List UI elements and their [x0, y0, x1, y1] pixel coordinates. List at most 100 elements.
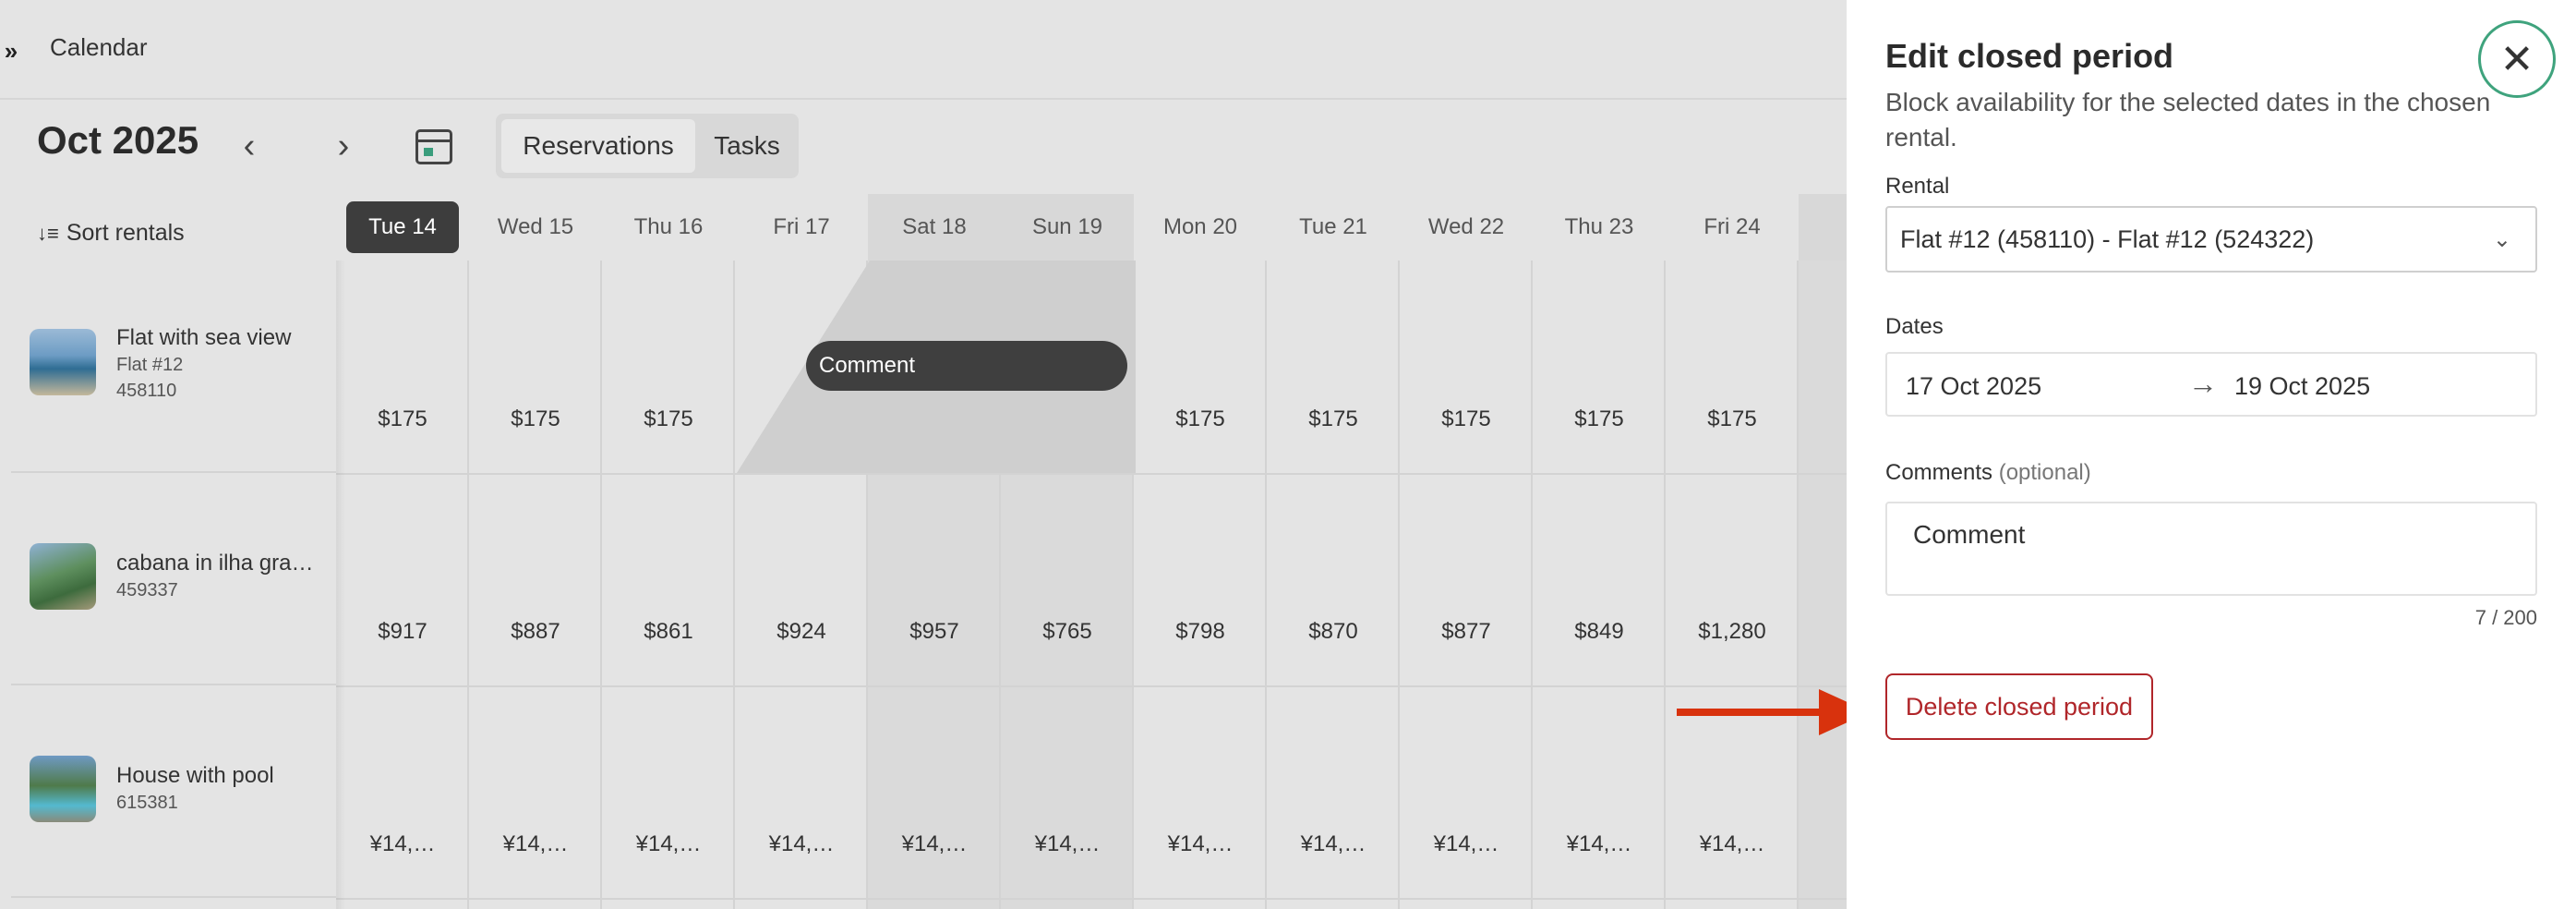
- price-cell[interactable]: ¥14,…: [868, 831, 1001, 857]
- rental-subtitle: Flat #12: [116, 355, 184, 375]
- day-header: Sun 19: [1001, 194, 1134, 261]
- character-counter: 7 / 200: [2474, 606, 2537, 629]
- rental-id: 458110: [116, 381, 177, 401]
- rental-thumbnail: [30, 756, 96, 822]
- price-cell[interactable]: $870: [1267, 619, 1400, 645]
- day-header: Mon 20: [1134, 194, 1267, 261]
- arrow-right-icon: →: [2188, 367, 2218, 400]
- calendar-icon[interactable]: [415, 129, 452, 164]
- chevron-left-icon[interactable]: ‹: [231, 127, 268, 165]
- date-range-picker[interactable]: 17 Oct 2025 → 19 Oct 2025: [1885, 352, 2537, 417]
- day-header-row: Tue 14 Wed 15 Thu 16 Fri 17 Sat 18 Sun 19 Mon …: [336, 194, 1847, 261]
- date-start-field[interactable]: 17 Oct 2025: [1906, 372, 2041, 401]
- price-cell[interactable]: ¥14,…: [1400, 831, 1533, 857]
- price-cell[interactable]: $175: [469, 406, 602, 432]
- row-divider: [336, 898, 1847, 900]
- calendar-app: » Calendar Oct 2025 ‹ › Reservations Tas…: [0, 0, 1847, 909]
- price-cell[interactable]: ¥14,…: [336, 831, 469, 857]
- tab-tasks[interactable]: Tasks: [701, 119, 793, 173]
- rental-list: Flat with sea view Flat #12 458110 caban…: [11, 261, 336, 909]
- price-cell[interactable]: $861: [602, 619, 735, 645]
- price-cell[interactable]: $175: [1400, 406, 1533, 432]
- drawer-description: Block availability for the selected date…: [1885, 88, 2491, 152]
- price-cell[interactable]: ¥14,…: [1001, 831, 1134, 857]
- price-cell[interactable]: $175: [602, 406, 735, 432]
- price-cell[interactable]: ¥14,…: [1533, 831, 1666, 857]
- day-header: Tue 21: [1267, 194, 1400, 261]
- day-header-label: Wed 15: [497, 214, 574, 239]
- closed-period-comment[interactable]: Comment: [806, 341, 1127, 391]
- rental-name: Flat with sea view: [116, 325, 292, 350]
- price-cell[interactable]: ¥14,…: [469, 831, 602, 857]
- price-cell[interactable]: $175: [336, 406, 469, 432]
- double-chevron-right-icon[interactable]: »: [0, 28, 22, 74]
- day-column: [1666, 261, 1799, 909]
- chevron-down-icon: ⌄: [2492, 227, 2511, 252]
- day-header-label: Thu 23: [1564, 214, 1634, 239]
- price-cell[interactable]: $917: [336, 619, 469, 645]
- day-column: [1134, 261, 1267, 909]
- day-header-label: Thu 16: [633, 214, 704, 239]
- day-header: Fri 24: [1666, 194, 1799, 261]
- sort-rentals-button[interactable]: ↓≡ Sort rentals: [37, 220, 185, 247]
- rental-id: 459337: [116, 580, 178, 600]
- topbar: » Calendar: [0, 0, 1847, 100]
- price-cell[interactable]: $957: [868, 619, 1001, 645]
- price-cell[interactable]: $765: [1001, 619, 1134, 645]
- price-cell[interactable]: ¥: [1799, 831, 1847, 857]
- month-title: Oct 2025: [37, 118, 199, 162]
- day-column: [336, 261, 469, 909]
- day-header: Sat 18: [868, 194, 1001, 261]
- rental-row[interactable]: Flat with sea view Flat #12 458110: [11, 261, 336, 473]
- price-cell[interactable]: $877: [1400, 619, 1533, 645]
- price-cell[interactable]: $175: [1267, 406, 1400, 432]
- rental-row[interactable]: cabana in ilha gra… 459337: [11, 473, 336, 685]
- day-column: [1267, 261, 1400, 909]
- day-header: Tue 14: [336, 194, 469, 261]
- delete-closed-period-button[interactable]: Delete closed period: [1885, 673, 2153, 740]
- day-column: [1400, 261, 1533, 909]
- drawer-title: Edit closed period: [1885, 37, 2174, 75]
- price-cell[interactable]: $175: [1666, 406, 1799, 432]
- rental-select-value: Flat #12 (458110) - Flat #12 (524322): [1900, 224, 2315, 253]
- day-header-label: Tue 14: [346, 201, 459, 253]
- price-cell[interactable]: $: [1799, 619, 1847, 645]
- rental-select[interactable]: Flat #12 (458110) - Flat #12 (524322) ⌄: [1885, 206, 2537, 273]
- comments-optional-hint: (optional): [1998, 460, 2091, 485]
- price-cell[interactable]: $175: [1533, 406, 1666, 432]
- price-cell[interactable]: ¥14,…: [1134, 831, 1267, 857]
- day-header: Fri 17: [735, 194, 868, 261]
- rental-thumbnail: [30, 543, 96, 610]
- rental-row[interactable]: House with pool 615381: [11, 685, 336, 898]
- price-cell[interactable]: ¥14,…: [602, 831, 735, 857]
- rental-name: House with pool: [116, 763, 274, 788]
- day-header-label: Fri 24: [1703, 214, 1761, 239]
- price-cell[interactable]: $924: [735, 619, 868, 645]
- price-cell[interactable]: ¥14,…: [1267, 831, 1400, 857]
- edit-closed-period-drawer: Edit closed period Block availability fo…: [1847, 0, 2576, 909]
- rental-id: 615381: [116, 793, 178, 813]
- day-column: [602, 261, 735, 909]
- tab-reservations[interactable]: Reservations: [501, 119, 695, 173]
- chevron-right-icon[interactable]: ›: [325, 127, 362, 165]
- price-cell[interactable]: $175: [1134, 406, 1267, 432]
- comments-textarea[interactable]: Comment: [1885, 502, 2537, 596]
- price-cell[interactable]: ¥14,…: [735, 831, 868, 857]
- price-cell[interactable]: $849: [1533, 619, 1666, 645]
- date-end-field[interactable]: 19 Oct 2025: [2234, 372, 2370, 401]
- sort-icon: ↓≡: [37, 221, 59, 245]
- price-cell[interactable]: $887: [469, 619, 602, 645]
- comments-label: Comments (optional): [1885, 460, 2091, 486]
- day-column: [469, 261, 602, 909]
- view-toggle: Reservations Tasks: [496, 114, 799, 178]
- comments-label-text: Comments: [1885, 460, 1993, 485]
- price-cell[interactable]: ¥14,…: [1666, 831, 1799, 857]
- day-header: Thu 16: [602, 194, 735, 261]
- price-cell[interactable]: $1,280: [1666, 619, 1799, 645]
- close-icon[interactable]: ✕: [2478, 20, 2556, 98]
- day-column: [1533, 261, 1666, 909]
- day-header-label: Sun 19: [1031, 214, 1103, 239]
- price-cell[interactable]: $798: [1134, 619, 1267, 645]
- sort-label: Sort rentals: [66, 220, 185, 246]
- rental-thumbnail: [30, 329, 96, 395]
